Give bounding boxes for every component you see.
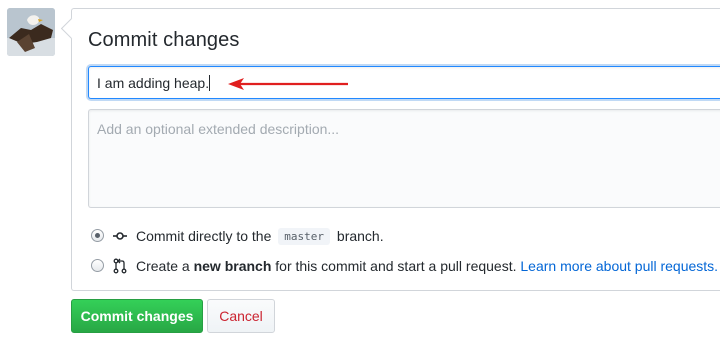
text-caret <box>209 75 211 91</box>
new-branch-radio[interactable] <box>91 259 104 272</box>
extended-description-textarea[interactable]: Add an optional extended description... <box>88 109 720 208</box>
git-commit-icon <box>113 232 127 240</box>
user-avatar[interactable] <box>7 8 55 56</box>
branch-name-badge: master <box>278 228 331 245</box>
commit-direct-radio[interactable] <box>91 229 104 242</box>
eagle-photo <box>7 8 55 56</box>
cancel-button[interactable]: Cancel <box>207 299 275 333</box>
git-pull-request-icon <box>113 258 127 274</box>
new-branch-label: Create a new branch for this commit and … <box>136 258 719 274</box>
red-arrow-icon <box>228 78 348 90</box>
commit-summary-input[interactable]: I am adding heap. <box>88 66 720 99</box>
description-placeholder: Add an optional extended description... <box>97 121 340 137</box>
commit-summary-value: I am adding heap. <box>97 75 211 91</box>
pull-request-help-link[interactable]: Learn more about pull requests. <box>520 258 718 274</box>
commit-title: Commit changes <box>88 29 240 51</box>
commit-direct-label: Commit directly to the master branch. <box>136 228 384 245</box>
commit-changes-button[interactable]: Commit changes <box>71 299 203 333</box>
